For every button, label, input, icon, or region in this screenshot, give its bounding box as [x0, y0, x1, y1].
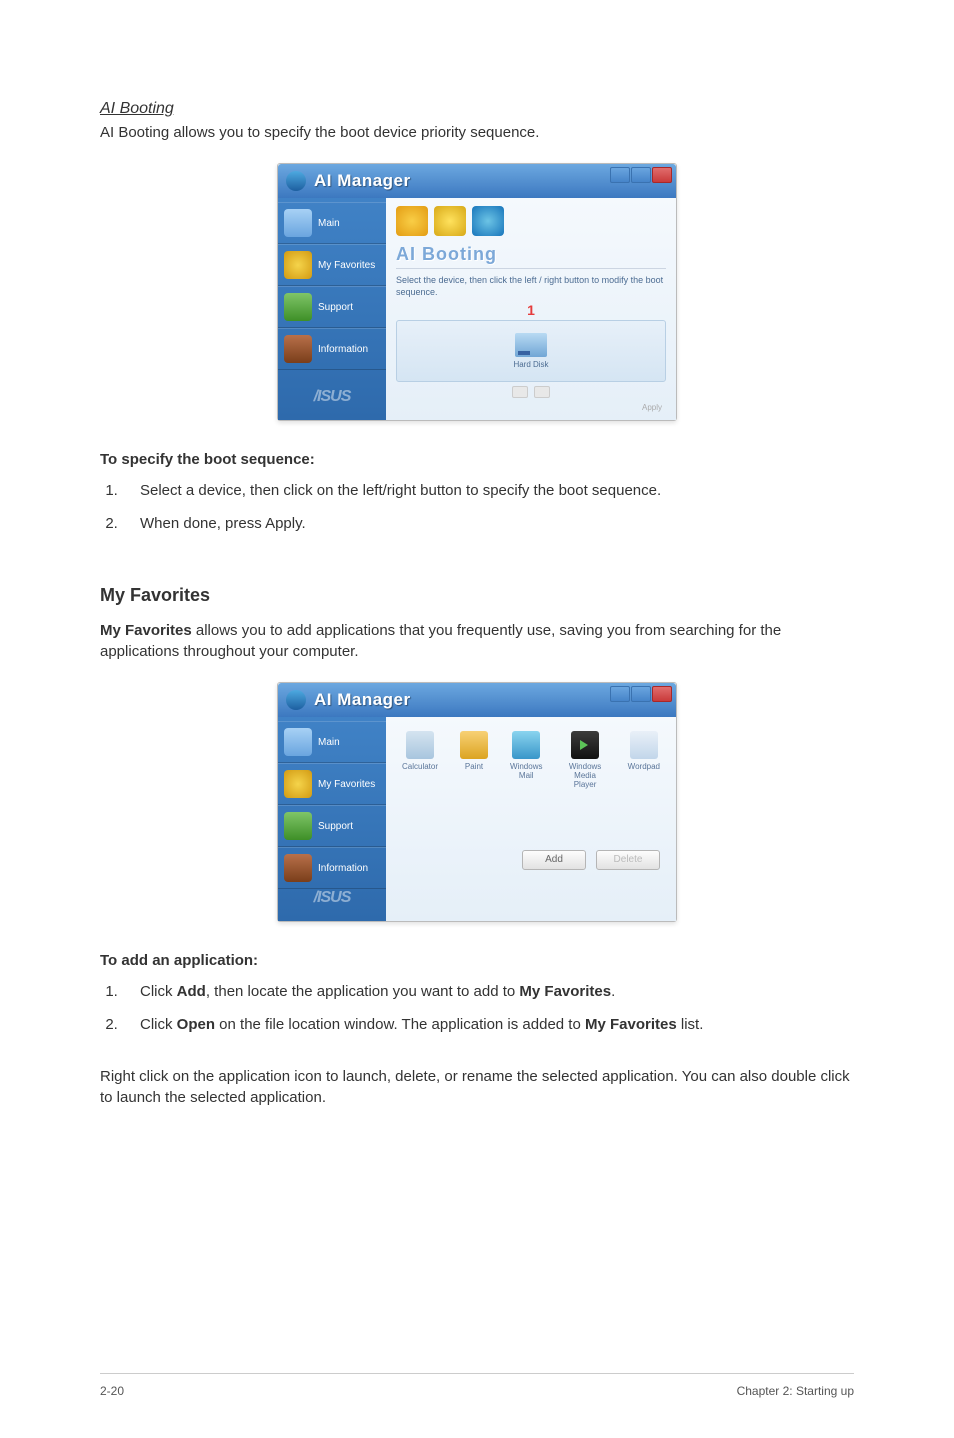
window-controls: [610, 686, 672, 702]
toolbar: [396, 206, 666, 236]
favorite-app[interactable]: Paint: [460, 731, 488, 789]
list-item: When done, press Apply.: [122, 513, 854, 536]
device-list[interactable]: Hard Disk: [396, 320, 666, 382]
right-arrow-button[interactable]: [534, 386, 550, 398]
toolbar-button-2[interactable]: [434, 206, 466, 236]
support-icon: [284, 812, 312, 840]
main-icon: [284, 209, 312, 237]
arrow-controls: [396, 386, 666, 401]
app-logo-icon: [286, 171, 306, 191]
sidebar-item-information[interactable]: Information: [278, 328, 386, 370]
page-footer: 2-20 Chapter 2: Starting up: [100, 1384, 854, 1398]
calculator-icon: [406, 731, 434, 759]
sidebar-item-support[interactable]: Support: [278, 286, 386, 328]
sidebar-item-label: Information: [318, 863, 368, 874]
sidebar-item-information[interactable]: Information: [278, 847, 386, 889]
app-label: Windows Media Player: [564, 763, 605, 789]
favorites-heading: My Favorites: [100, 585, 854, 606]
favorites-grid: Calculator Paint Windows Mail Windows Me…: [402, 731, 660, 789]
ai-manager-window-booting: AI Manager Main My Favorites Support Inf…: [277, 163, 677, 421]
annotation-1: 1: [396, 302, 666, 318]
app-label: Wordpad: [628, 763, 660, 772]
button-row: Add Delete: [402, 850, 660, 870]
favorite-app[interactable]: Windows Mail: [510, 731, 542, 789]
main-icon: [284, 728, 312, 756]
favorite-app[interactable]: Wordpad: [628, 731, 660, 789]
brand-logo: /ISUS: [278, 388, 386, 406]
maximize-button[interactable]: [631, 686, 651, 702]
sidebar: Main My Favorites Support Information /I…: [278, 198, 386, 420]
content-heading: AI Booting: [396, 244, 666, 265]
favorites-icon: [284, 251, 312, 279]
list-item: Click Open on the file location window. …: [122, 1014, 854, 1037]
sidebar-item-favorites[interactable]: My Favorites: [278, 244, 386, 286]
sidebar-item-support[interactable]: Support: [278, 805, 386, 847]
window-controls: [610, 167, 672, 183]
maximize-button[interactable]: [631, 167, 651, 183]
list-item: Click Add, then locate the application y…: [122, 981, 854, 1004]
add-heading: To add an application:: [100, 952, 854, 969]
window-titlebar: AI Manager: [278, 683, 676, 717]
content-area: AI Booting Select the device, then click…: [386, 198, 676, 420]
favorites-desc: My Favorites allows you to add applicati…: [100, 620, 854, 662]
wordpad-icon: [630, 731, 658, 759]
support-icon: [284, 293, 312, 321]
app-logo-icon: [286, 690, 306, 710]
sidebar-item-label: Support: [318, 302, 353, 313]
close-button[interactable]: [652, 686, 672, 702]
app-label: Calculator: [402, 763, 438, 772]
favorite-app[interactable]: Windows Media Player: [564, 731, 605, 789]
specify-heading: To specify the boot sequence:: [100, 451, 854, 468]
mail-icon: [512, 731, 540, 759]
minimize-button[interactable]: [610, 686, 630, 702]
sidebar-item-label: My Favorites: [318, 779, 375, 790]
delete-button[interactable]: Delete: [596, 850, 660, 870]
media-player-icon: [571, 731, 599, 759]
sidebar-item-favorites[interactable]: My Favorites: [278, 763, 386, 805]
sidebar-item-label: Main: [318, 218, 340, 229]
ai-booting-desc: AI Booting allows you to specify the boo…: [100, 122, 854, 143]
chapter-label: Chapter 2: Starting up: [737, 1384, 854, 1398]
sidebar-item-label: Information: [318, 344, 368, 355]
page-number: 2-20: [100, 1384, 124, 1398]
sidebar-item-label: Support: [318, 821, 353, 832]
sidebar-item-label: Main: [318, 737, 340, 748]
sidebar-item-main[interactable]: Main: [278, 721, 386, 763]
instruction-text: Select the device, then click the left /…: [396, 275, 666, 298]
left-arrow-button[interactable]: [512, 386, 528, 398]
toolbar-button-3[interactable]: [472, 206, 504, 236]
ai-booting-heading: AI Booting: [100, 100, 854, 118]
sidebar: Main My Favorites Support Information /I…: [278, 717, 386, 921]
hard-disk-icon: [515, 333, 547, 357]
information-icon: [284, 854, 312, 882]
footer-divider: [100, 1373, 854, 1374]
content-area: Calculator Paint Windows Mail Windows Me…: [386, 717, 676, 921]
window-titlebar: AI Manager: [278, 164, 676, 198]
favorite-app[interactable]: Calculator: [402, 731, 438, 789]
apply-button[interactable]: Apply: [396, 403, 666, 412]
minimize-button[interactable]: [610, 167, 630, 183]
divider: [396, 268, 666, 269]
ai-manager-window-favorites: AI Manager Main My Favorites Support Inf…: [277, 682, 677, 922]
app-label: Windows Mail: [510, 763, 542, 781]
add-button[interactable]: Add: [522, 850, 586, 870]
brand-logo: /ISUS: [278, 889, 386, 907]
app-label: Paint: [465, 763, 483, 772]
closing-paragraph: Right click on the application icon to l…: [100, 1066, 854, 1108]
paint-icon: [460, 731, 488, 759]
add-steps: Click Add, then locate the application y…: [100, 981, 854, 1036]
sidebar-item-main[interactable]: Main: [278, 202, 386, 244]
list-item: Select a device, then click on the left/…: [122, 480, 854, 503]
close-button[interactable]: [652, 167, 672, 183]
favorites-icon: [284, 770, 312, 798]
device-label: Hard Disk: [513, 360, 548, 369]
specify-steps: Select a device, then click on the left/…: [100, 480, 854, 535]
toolbar-button-1[interactable]: [396, 206, 428, 236]
sidebar-item-label: My Favorites: [318, 260, 375, 271]
window-title: AI Manager: [314, 690, 411, 710]
window-title: AI Manager: [314, 171, 411, 191]
information-icon: [284, 335, 312, 363]
